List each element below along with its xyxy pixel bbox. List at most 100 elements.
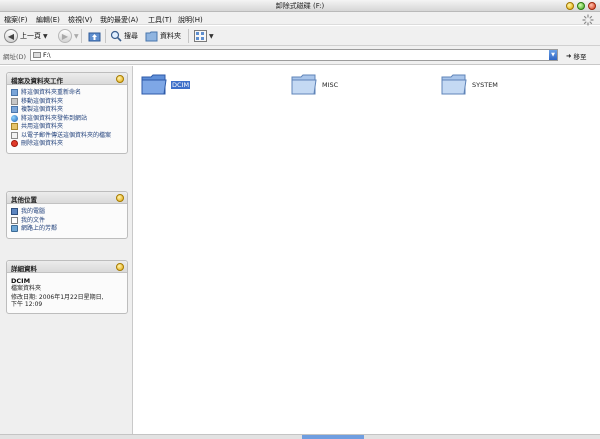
computer-icon [11, 208, 18, 215]
window-title: 卸除式磁碟 (F:) [275, 2, 325, 10]
forward-button[interactable]: ▶ ▼ [58, 28, 79, 44]
details-panel: 詳細資料 DCIM 檔案資料夾 修改日期: 2006年1月22日星期日, 下午 … [6, 260, 128, 314]
search-button[interactable]: 搜尋 [110, 28, 138, 44]
folder-system[interactable]: SYSTEM [440, 70, 500, 100]
menu-tools[interactable]: 工具(T) [148, 15, 172, 25]
place-label: 我的電腦 [21, 208, 46, 215]
back-button[interactable]: ◀ 上一頁 ▼ [4, 28, 48, 44]
status-bar [0, 434, 600, 439]
forward-dropdown-icon[interactable]: ▼ [74, 33, 79, 40]
folder-icon [141, 74, 167, 95]
task-copy-folder[interactable]: 複製這個資料夾 [11, 106, 123, 113]
details-item-type: 檔案資料夾 [11, 285, 42, 292]
folder-label: DCIM [171, 81, 191, 89]
search-icon [110, 30, 122, 42]
collapse-icon[interactable] [116, 194, 124, 202]
place-my-documents[interactable]: 我的文件 [11, 216, 123, 224]
network-icon [11, 225, 18, 232]
go-arrow-icon: ➜ [566, 52, 572, 60]
places-panel-header[interactable]: 其他位置 [7, 192, 127, 204]
details-panel-header[interactable]: 詳細資料 [7, 261, 127, 273]
search-label: 搜尋 [124, 32, 138, 40]
task-delete-folder[interactable]: 刪除這個資料夾 [11, 140, 123, 147]
folder-icon [145, 31, 158, 42]
move-icon [11, 97, 18, 105]
folder-icon [291, 74, 317, 95]
status-segment [302, 435, 364, 439]
minimize-button[interactable] [566, 2, 574, 10]
task-label: 複製這個資料夾 [21, 106, 64, 113]
title-bar: 卸除式磁碟 (F:) [0, 0, 600, 12]
folder-label: MISC [322, 81, 339, 89]
folder-dcim[interactable]: DCIM [140, 70, 200, 100]
task-label: 移動這個資料夾 [21, 97, 64, 105]
menu-favorites[interactable]: 我的最愛(A) [100, 15, 138, 25]
menu-file[interactable]: 檔案(F) [4, 15, 28, 25]
views-dropdown-icon[interactable]: ▼ [209, 33, 214, 40]
task-rename-folder[interactable]: 將這個資料夾重新命名 [11, 89, 123, 96]
views-icon [194, 30, 207, 42]
details-item-name: DCIM [11, 277, 31, 285]
details-modified-time: 下午 12:09 [11, 301, 43, 308]
drive-icon [33, 52, 41, 58]
task-label: 共用這個資料夾 [21, 123, 64, 130]
copy-icon [11, 106, 18, 113]
menu-edit[interactable]: 編輯(E) [36, 15, 60, 25]
toolbar-separator [105, 29, 106, 43]
task-publish-folder[interactable]: 將這個資料夾發佈到網站 [11, 114, 123, 122]
address-label: 網址(D) [3, 53, 27, 61]
task-pane: 檔案及資料夾工作 將這個資料夾重新命名 移動這個資料夾 複製這個資料夾 將這個資… [0, 66, 133, 434]
task-move-folder[interactable]: 移動這個資料夾 [11, 97, 123, 105]
tasks-panel: 檔案及資料夾工作 將這個資料夾重新命名 移動這個資料夾 複製這個資料夾 將這個資… [6, 72, 128, 154]
views-button[interactable]: ▼ [194, 28, 214, 44]
menu-view[interactable]: 檢視(V) [68, 15, 92, 25]
up-folder-icon [88, 32, 101, 41]
menu-help[interactable]: 說明(H) [178, 15, 203, 25]
email-icon [11, 131, 18, 139]
close-button[interactable] [588, 2, 596, 10]
forward-arrow-icon: ▶ [58, 29, 72, 43]
task-label: 將這個資料夾發佈到網站 [21, 114, 88, 122]
place-label: 我的文件 [21, 216, 46, 224]
address-bar: 網址(D) ▼ ➜ 移至 [0, 46, 600, 65]
documents-icon [11, 216, 18, 224]
share-icon [11, 123, 18, 130]
place-network[interactable]: 網路上的芳鄰 [11, 225, 123, 232]
folder-label: SYSTEM [472, 81, 498, 89]
tasks-panel-title: 檔案及資料夾工作 [11, 77, 63, 85]
task-label: 刪除這個資料夾 [21, 140, 64, 147]
place-label: 網路上的芳鄰 [21, 225, 58, 232]
back-dropdown-icon[interactable]: ▼ [43, 33, 48, 40]
tasks-panel-header[interactable]: 檔案及資料夾工作 [7, 73, 127, 85]
task-label: 將這個資料夾重新命名 [21, 89, 82, 96]
collapse-icon[interactable] [116, 263, 124, 271]
delete-icon [11, 140, 18, 147]
rename-icon [11, 89, 18, 96]
address-field[interactable]: ▼ [30, 49, 558, 61]
menu-bar: 檔案(F) 編輯(E) 檢視(V) 我的最愛(A) 工具(T) 說明(H) [0, 12, 600, 25]
toolbar: ◀ 上一頁 ▼ ▶ ▼ 搜尋 資料夾 ▼ [0, 26, 600, 46]
task-label: 以電子郵件傳送這個資料夾的檔案 [21, 131, 112, 139]
folders-label: 資料夾 [160, 32, 181, 40]
details-panel-title: 詳細資料 [11, 265, 37, 273]
folders-button[interactable]: 資料夾 [145, 28, 181, 44]
collapse-icon[interactable] [116, 75, 124, 83]
up-folder-button[interactable] [88, 28, 101, 44]
details-modified-date: 修改日期: 2006年1月22日星期日, [11, 293, 104, 301]
maximize-button[interactable] [577, 2, 585, 10]
task-email-folder[interactable]: 以電子郵件傳送這個資料夾的檔案 [11, 131, 123, 139]
task-share-folder[interactable]: 共用這個資料夾 [11, 123, 123, 130]
globe-icon [11, 114, 18, 122]
toolbar-separator [81, 29, 82, 43]
place-my-computer[interactable]: 我的電腦 [11, 208, 123, 215]
places-panel-title: 其他位置 [11, 196, 37, 204]
main-area: 檔案及資料夾工作 將這個資料夾重新命名 移動這個資料夾 複製這個資料夾 將這個資… [0, 66, 600, 434]
folder-misc[interactable]: MISC [290, 70, 350, 100]
address-input[interactable] [43, 50, 543, 60]
toolbar-separator [188, 29, 189, 43]
address-dropdown-icon[interactable]: ▼ [549, 50, 557, 60]
throbber-icon [582, 14, 594, 26]
back-arrow-icon: ◀ [4, 29, 18, 43]
places-panel: 其他位置 我的電腦 我的文件 網路上的芳鄰 [6, 191, 128, 239]
go-button[interactable]: ➜ 移至 [566, 51, 586, 61]
